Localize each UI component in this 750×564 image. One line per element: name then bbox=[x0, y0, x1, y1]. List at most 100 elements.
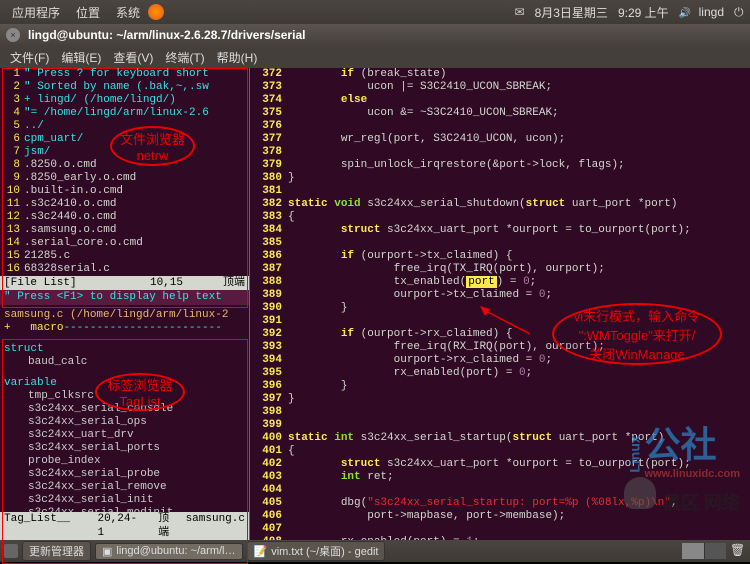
netrw-row[interactable]: 11.s3c2410.o.cmd bbox=[0, 198, 249, 211]
tag-item[interactable]: tmp_clksrc bbox=[4, 390, 249, 403]
code-line[interactable]: 387 free_irq(TX_IRQ(port), ourport); bbox=[252, 263, 750, 276]
code-line[interactable]: 383{ bbox=[252, 211, 750, 224]
menu-file[interactable]: 文件(F) bbox=[4, 49, 55, 66]
code-line[interactable]: 391 bbox=[252, 315, 750, 328]
power-icon[interactable] bbox=[732, 5, 746, 19]
code-line[interactable]: 384 struct s3c24xx_uart_port *ourport = … bbox=[252, 224, 750, 237]
code-line[interactable]: 398 bbox=[252, 406, 750, 419]
apps-menu[interactable]: 应用程序 bbox=[4, 4, 68, 21]
code-line[interactable]: 405 dbg("s3c24xx_serial_startup: port=%p… bbox=[252, 497, 750, 510]
winmanager-left-pane: 1" Press ? for keyboard short2" Sorted b… bbox=[0, 68, 250, 540]
netrw-row[interactable]: 3+ lingd/ (/home/lingd/) bbox=[0, 94, 249, 107]
netrw-row[interactable]: 5../ bbox=[0, 120, 249, 133]
netrw-row[interactable]: 14.serial_core.o.cmd bbox=[0, 237, 249, 250]
netrw-row[interactable]: 1668328serial.c bbox=[0, 263, 249, 276]
tag-section-header[interactable]: variable bbox=[4, 377, 249, 390]
taglist-status-line: Tag_List__ 20,24-1 顶端 samsung.c bbox=[0, 512, 249, 540]
code-line[interactable]: 375 ucon &= ~S3C2410_UCON_SBREAK; bbox=[252, 107, 750, 120]
code-line[interactable]: 372 if (break_state) bbox=[252, 68, 750, 81]
code-line[interactable]: 395 rx_enabled(port) = 0; bbox=[252, 367, 750, 380]
taglist-pane[interactable]: structbaud_calc variabletmp_clksrcs3c24x… bbox=[0, 343, 249, 512]
code-line[interactable]: 388 tx_enabled(port) = 0; bbox=[252, 276, 750, 289]
code-line[interactable]: 401{ bbox=[252, 445, 750, 458]
task-update-manager[interactable]: 更新管理器 bbox=[22, 541, 91, 561]
task-gedit[interactable]: 📝vim.txt (~/桌面) - gedit bbox=[247, 541, 386, 561]
netrw-row[interactable]: 9.8250_early.o.cmd bbox=[0, 172, 249, 185]
menu-edit[interactable]: 编辑(E) bbox=[55, 49, 107, 66]
code-line[interactable]: 403 int ret; bbox=[252, 471, 750, 484]
code-line[interactable]: 402 struct s3c24xx_uart_port *ourport = … bbox=[252, 458, 750, 471]
netrw-row[interactable]: 8.8250.o.cmd bbox=[0, 159, 249, 172]
code-line[interactable]: 404 bbox=[252, 484, 750, 497]
places-menu[interactable]: 位置 bbox=[68, 4, 108, 21]
code-line[interactable]: 407 bbox=[252, 523, 750, 536]
netrw-row[interactable]: 6cpm_uart/ bbox=[0, 133, 249, 146]
tag-item[interactable]: baud_calc bbox=[4, 356, 249, 369]
taglist-macro-fold[interactable]: + macro------------------------ bbox=[0, 322, 249, 335]
tag-item[interactable]: s3c24xx_serial_console bbox=[4, 403, 249, 416]
code-line[interactable]: 374 else bbox=[252, 94, 750, 107]
code-line[interactable]: 406 port->mapbase, port->membase); bbox=[252, 510, 750, 523]
tag-section-header[interactable]: struct bbox=[4, 343, 249, 356]
tag-item[interactable]: s3c24xx_serial_probe bbox=[4, 468, 249, 481]
tag-item[interactable]: s3c24xx_serial_modinit bbox=[4, 507, 249, 512]
gnome-bottom-panel: 更新管理器 ▣lingd@ubuntu: ~/arm/l… 📝vim.txt (… bbox=[0, 540, 750, 562]
task-terminal[interactable]: ▣lingd@ubuntu: ~/arm/l… bbox=[95, 543, 243, 560]
tag-item[interactable]: s3c24xx_uart_drv bbox=[4, 429, 249, 442]
code-line[interactable]: 397} bbox=[252, 393, 750, 406]
code-line[interactable]: 392 if (ourport->rx_claimed) { bbox=[252, 328, 750, 341]
code-line[interactable]: 393 free_irq(RX_IRQ(port), ourport); bbox=[252, 341, 750, 354]
netrw-status-line: [File List] 10,15 顶端 bbox=[0, 276, 249, 290]
code-line[interactable]: 396 } bbox=[252, 380, 750, 393]
workspace-switcher[interactable] bbox=[682, 543, 726, 559]
trash-icon[interactable] bbox=[730, 543, 746, 559]
menu-help[interactable]: 帮助(H) bbox=[211, 49, 264, 66]
sound-icon[interactable] bbox=[677, 5, 691, 19]
code-line[interactable]: 385 bbox=[252, 237, 750, 250]
code-line[interactable]: 386 if (ourport->tx_claimed) { bbox=[252, 250, 750, 263]
code-line[interactable]: 389 ourport->tx_claimed = 0; bbox=[252, 289, 750, 302]
netrw-row[interactable]: 2" Sorted by name (.bak,~,.sw bbox=[0, 81, 249, 94]
date-label[interactable]: 8月3日星期三 bbox=[533, 4, 610, 21]
code-line[interactable]: 381 bbox=[252, 185, 750, 198]
tag-item[interactable]: s3c24xx_serial_ports bbox=[4, 442, 249, 455]
tag-item[interactable]: s3c24xx_serial_remove bbox=[4, 481, 249, 494]
code-line[interactable]: 399 bbox=[252, 419, 750, 432]
system-menu[interactable]: 系统 bbox=[108, 4, 148, 21]
netrw-row[interactable]: 4"= /home/lingd/arm/linux-2.6 bbox=[0, 107, 249, 120]
code-line[interactable]: 400static int s3c24xx_serial_startup(str… bbox=[252, 432, 750, 445]
tag-item[interactable]: s3c24xx_serial_ops bbox=[4, 416, 249, 429]
tag-item[interactable]: s3c24xx_serial_init bbox=[4, 494, 249, 507]
netrw-row[interactable]: 7jsm/ bbox=[0, 146, 249, 159]
code-line[interactable]: 390 } bbox=[252, 302, 750, 315]
code-line[interactable]: 394 ourport->rx_claimed = 0; bbox=[252, 354, 750, 367]
time-label[interactable]: 9:29 上午 bbox=[616, 4, 671, 21]
show-desktop-icon[interactable] bbox=[4, 544, 18, 558]
code-line[interactable]: 379 spin_unlock_irqrestore(&port->lock, … bbox=[252, 159, 750, 172]
code-pane[interactable]: 372 if (break_state)373 ucon |= S3C2410_… bbox=[250, 68, 750, 540]
netrw-row[interactable]: 13.samsung.o.cmd bbox=[0, 224, 249, 237]
netrw-row[interactable]: 1521285.c bbox=[0, 250, 249, 263]
netrw-row[interactable]: 1" Press ? for keyboard short bbox=[0, 68, 249, 81]
window-close-icon[interactable]: × bbox=[6, 28, 20, 42]
user-label[interactable]: lingd bbox=[697, 5, 726, 19]
code-line[interactable]: 382static void s3c24xx_serial_shutdown(s… bbox=[252, 198, 750, 211]
menu-terminal[interactable]: 终端(T) bbox=[159, 49, 210, 66]
code-line[interactable]: 377 wr_regl(port, S3C2410_UCON, ucon); bbox=[252, 133, 750, 146]
firefox-icon[interactable] bbox=[148, 4, 164, 20]
code-line[interactable]: 376 bbox=[252, 120, 750, 133]
netrw-status-pct: 顶端 bbox=[223, 276, 245, 290]
code-line[interactable]: 378 bbox=[252, 146, 750, 159]
menu-view[interactable]: 查看(V) bbox=[107, 49, 159, 66]
code-line[interactable]: 408 rx_enabled(port) = 1; bbox=[252, 536, 750, 540]
window-titlebar[interactable]: × lingd@ubuntu: ~/arm/linux-2.6.28.7/dri… bbox=[0, 24, 750, 46]
code-line[interactable]: 373 ucon |= S3C2410_UCON_SBREAK; bbox=[252, 81, 750, 94]
code-line[interactable]: 380} bbox=[252, 172, 750, 185]
mail-icon[interactable] bbox=[513, 5, 527, 19]
netrw-row[interactable]: 10.built-in.o.cmd bbox=[0, 185, 249, 198]
gnome-top-panel: 应用程序 位置 系统 8月3日星期三 9:29 上午 lingd bbox=[0, 0, 750, 24]
tag-item[interactable]: probe_index bbox=[4, 455, 249, 468]
taglist-file-title[interactable]: samsung.c (/home/lingd/arm/linux-2 bbox=[0, 309, 249, 322]
netrw-row[interactable]: 12.s3c2440.o.cmd bbox=[0, 211, 249, 224]
netrw-pane[interactable]: 1" Press ? for keyboard short2" Sorted b… bbox=[0, 68, 249, 276]
